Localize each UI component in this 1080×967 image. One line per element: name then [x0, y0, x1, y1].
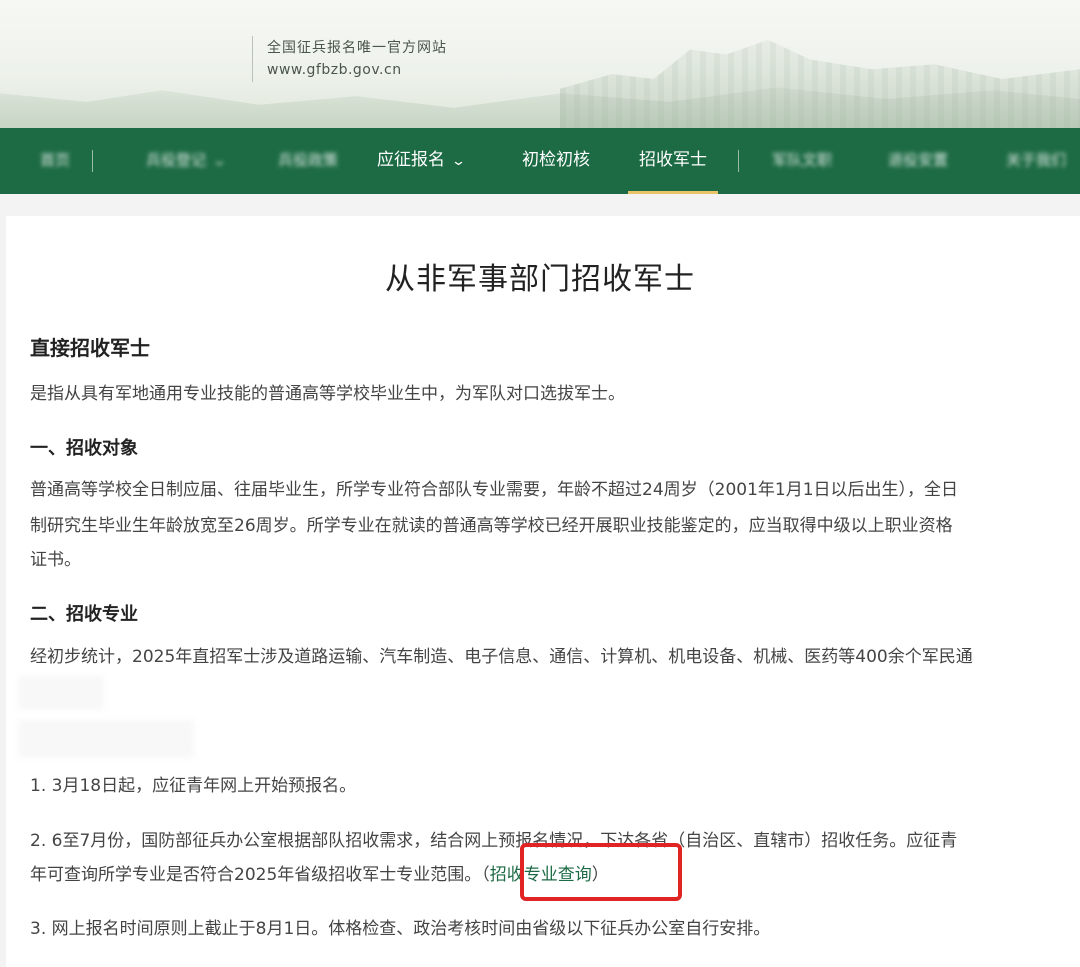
- subsection-title: 二、招收专业: [30, 604, 138, 625]
- nav-separator: [738, 150, 739, 172]
- paragraph-line: 普通高等学校全日制应届、往届毕业生，所学专业符合部队专业需要，年龄不超过24周岁…: [30, 480, 959, 500]
- page-title: 从非军事部门招收军士: [385, 262, 695, 297]
- chevron-down-icon: ⌄: [450, 154, 467, 169]
- paragraph-line: 制研究生毕业生年龄放宽至26周岁。所学专业在就读的普通高等学校已经开展职业技能鉴…: [30, 516, 953, 536]
- step-item: 1. 3月18日起，应征青年网上开始预报名。: [30, 776, 357, 796]
- paragraph-line: 经初步统计，2025年直招军士涉及道路运输、汽车制造、电子信息、通信、计算机、机…: [30, 647, 973, 667]
- chevron-down-icon: ⌄: [211, 154, 228, 169]
- step-text: 年可查询所学专业是否符合2025年省级招收军士专业范围。: [30, 865, 482, 885]
- intro-text: 是指从具有军地通用专业技能的普通高等学校毕业生中，为军队对口选拔军士。: [30, 384, 625, 404]
- paragraph-line: 证书。: [30, 550, 81, 570]
- paren-open: （: [481, 865, 490, 885]
- main-nav: 首页 兵役登记 ⌄ 兵役政策 应征报名 ⌄ 初检初核 招收军士 军队文职 退役安置 …: [0, 128, 1080, 194]
- nav-item-recruit-sergeant[interactable]: 招收军士: [628, 128, 718, 194]
- nav-item-civilian[interactable]: 军队文职: [772, 128, 832, 194]
- site-header: 全国征兵报名唯一官方网站 www.gfbzb.gov.cn: [0, 0, 1080, 128]
- blurred-redaction: [18, 720, 194, 758]
- nav-item-home[interactable]: 首页: [40, 128, 70, 194]
- section-title: 直接招收军士: [30, 336, 150, 360]
- nav-item-veteran[interactable]: 退役安置: [888, 128, 948, 194]
- subsection-title: 一、招收对象: [30, 438, 138, 459]
- content-gap: [0, 194, 1080, 216]
- nav-item-policy[interactable]: 兵役政策: [278, 128, 338, 194]
- header-divider: [252, 36, 253, 82]
- nav-item-registration[interactable]: 兵役登记 ⌄: [146, 128, 228, 194]
- nav-item-initial-check[interactable]: 初检初核: [522, 128, 590, 194]
- site-url: www.gfbzb.gov.cn: [267, 62, 402, 78]
- nav-item-enlist[interactable]: 应征报名 ⌄: [377, 128, 467, 194]
- nav-separator: [92, 150, 93, 172]
- blurred-redaction: [18, 676, 104, 710]
- step-item: 3. 网上报名时间原则上截止于8月1日。体格检查、政治考核时间由省级以下征兵办公…: [30, 919, 771, 939]
- nav-item-about[interactable]: 关于我们: [1006, 128, 1066, 194]
- great-wall-decoration: [560, 39, 1080, 128]
- annotation-highlight-box: [520, 843, 682, 901]
- site-name: 全国征兵报名唯一官方网站: [267, 40, 447, 56]
